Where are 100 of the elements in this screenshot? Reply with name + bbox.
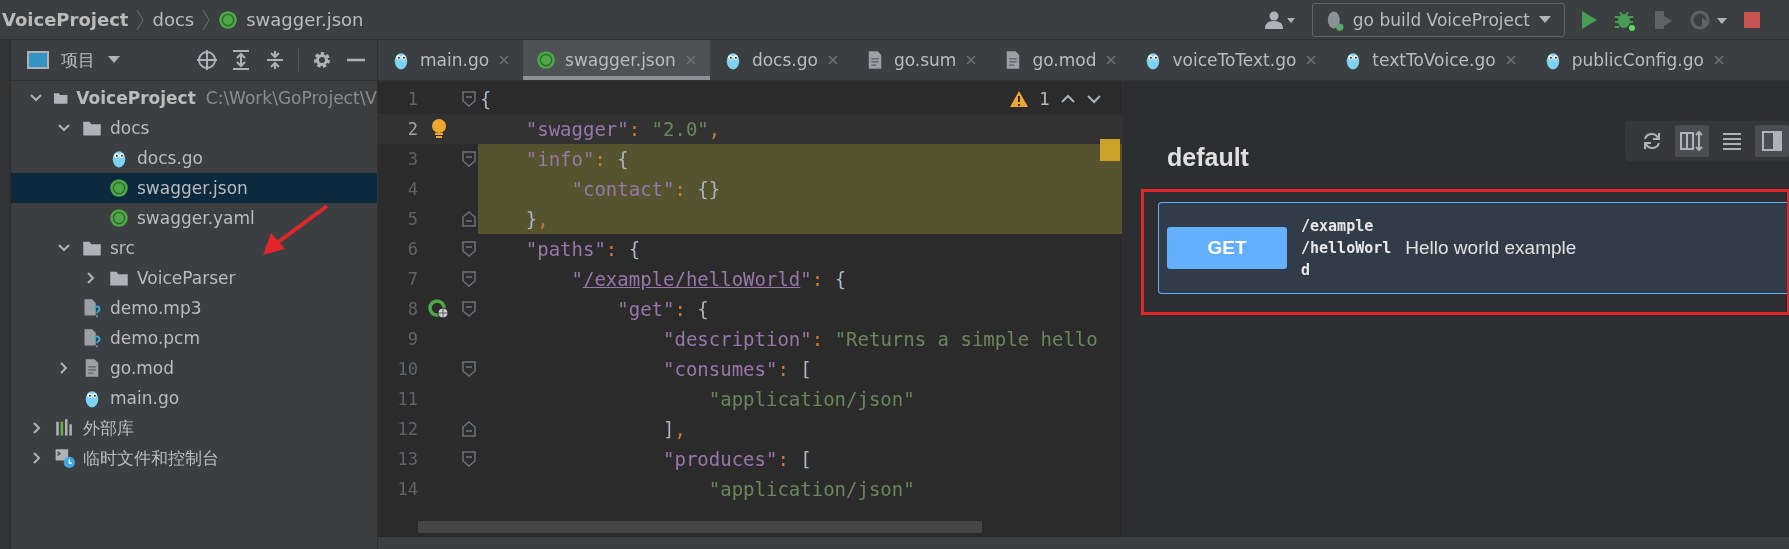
operation-row[interactable]: GET /example/helloWorld Hello world example [1158,202,1787,294]
tree-item[interactable]: swagger.json [11,173,377,203]
editor-tab[interactable]: docs.go [709,40,852,80]
caret-icon [1538,14,1552,25]
line-number: 10 [396,359,418,379]
line-number: 5 [406,209,418,229]
tree-item[interactable]: docs [11,113,377,143]
breadcrumb-item[interactable]: swagger.json [246,9,364,30]
tree-item[interactable]: go.mod [11,353,377,383]
tree-item[interactable]: docs.go [11,143,377,173]
code-line: "get": { [616,297,709,322]
fold-marker-icon[interactable] [462,301,476,317]
editor-tab[interactable]: swagger.json [523,40,710,80]
code-line: "info": { [524,147,629,172]
line-number: 9 [406,329,418,349]
braces-circle-icon [109,208,129,228]
line-number: 8 [406,299,418,319]
breadcrumb-item[interactable]: docs [152,9,195,30]
line-number: 7 [406,269,418,289]
fold-marker-icon[interactable] [462,271,476,287]
tree-item[interactable]: 临时文件和控制台 [11,443,377,473]
fold-end-marker-icon[interactable] [462,421,476,437]
code-line: "application/json" [707,387,915,412]
fold-marker-icon[interactable] [462,361,476,377]
braces-circle-icon [536,50,557,70]
close-icon[interactable] [1105,54,1118,66]
warning-icon [1009,90,1030,108]
editor-tab[interactable]: publicConfig.go [1529,40,1738,80]
caret-icon[interactable] [107,55,121,65]
fold-end-marker-icon[interactable] [462,211,476,227]
unknown-file-icon [82,328,102,348]
settings-icon[interactable] [311,49,333,71]
project-view-selector[interactable]: 项目 [61,48,95,72]
library-icon [55,418,75,438]
editor-tab[interactable]: go.sum [851,40,991,80]
operation-summary: Hello world example [1405,237,1577,259]
tree-item[interactable]: demo.mp3 [11,293,377,323]
breadcrumb-item[interactable]: VoiceProject [2,9,129,30]
editor-tab[interactable]: go.mod [990,40,1131,80]
editor-tab[interactable]: textToVoice.go [1330,40,1530,80]
line-number: 1 [406,89,418,109]
layout-icon [1761,130,1783,152]
refresh-icon [1641,130,1663,152]
code-line: "paths": { [524,237,641,262]
stop-icon[interactable] [1743,10,1761,29]
code-line: "consumes": [ [662,357,812,382]
close-icon[interactable] [1504,54,1517,66]
line-number: 12 [396,419,418,439]
line-number: 4 [406,179,418,199]
crosshair-icon[interactable] [196,49,218,71]
breadcrumb-separator-icon [202,8,211,31]
lightbulb-icon[interactable] [431,118,447,140]
endpoint-globe-icon[interactable] [428,298,450,320]
code-line: "description": "Returns a simple hello [662,327,1098,352]
collapse-all-icon[interactable] [264,49,286,71]
code-line: "swagger": "2.0", [524,117,721,142]
tree-item[interactable]: VoiceParser [11,263,377,293]
code-line: { [479,87,492,112]
method-badge: GET [1167,227,1287,269]
window-icon [27,51,49,69]
columns-icon [1680,130,1704,152]
code-line: "/example/helloWorld": { [570,267,847,292]
editor-tab[interactable]: voiceToText.go [1130,40,1331,80]
close-icon[interactable] [1712,54,1725,66]
columns-toggle[interactable] [1675,125,1709,157]
scrollbar-thumb[interactable] [418,521,982,533]
expand-all-icon[interactable] [230,49,252,71]
chevron-down-icon[interactable] [1086,93,1102,105]
tree-item[interactable]: demo.pcm [11,323,377,353]
fold-marker-icon[interactable] [462,91,476,107]
chevron-up-icon[interactable] [1060,93,1076,105]
close-icon[interactable] [1305,54,1318,66]
tree-item[interactable]: 外部库 [11,413,377,443]
operation-path: /example/helloWorld [1301,216,1392,281]
run-configuration-dropdown[interactable]: go build VoiceProject [1311,2,1565,37]
tree-item[interactable]: src [11,233,377,263]
tree-item[interactable]: VoiceProject C:\Work\GoProject\V [11,83,377,113]
braces-circle-icon [218,9,239,30]
line-number: 13 [396,449,418,469]
layout-toggle[interactable] [1755,125,1789,157]
run-icon[interactable] [1579,8,1599,31]
code-line: "application/json" [707,477,915,502]
braces-circle-icon [109,178,129,198]
code-line: "produces": [ [662,447,812,472]
close-icon[interactable] [965,54,978,66]
fold-marker-icon[interactable] [462,451,476,467]
line-number: 11 [396,389,418,409]
line-number: 2 [406,119,418,139]
editor-tab[interactable]: main.go [378,40,524,80]
tree-item[interactable]: main.go [11,383,377,413]
close-icon[interactable] [498,54,511,66]
code-line: }, [524,207,549,232]
fold-marker-icon[interactable] [462,151,476,167]
code-line: "contact": {} [570,177,721,202]
warning-stripe-marker[interactable] [1100,139,1120,161]
line-number: 3 [406,149,418,169]
close-icon[interactable] [826,54,839,66]
list-icon [1721,130,1743,152]
tree-item[interactable]: swagger.yaml [11,203,377,233]
fold-marker-icon[interactable] [462,241,476,257]
